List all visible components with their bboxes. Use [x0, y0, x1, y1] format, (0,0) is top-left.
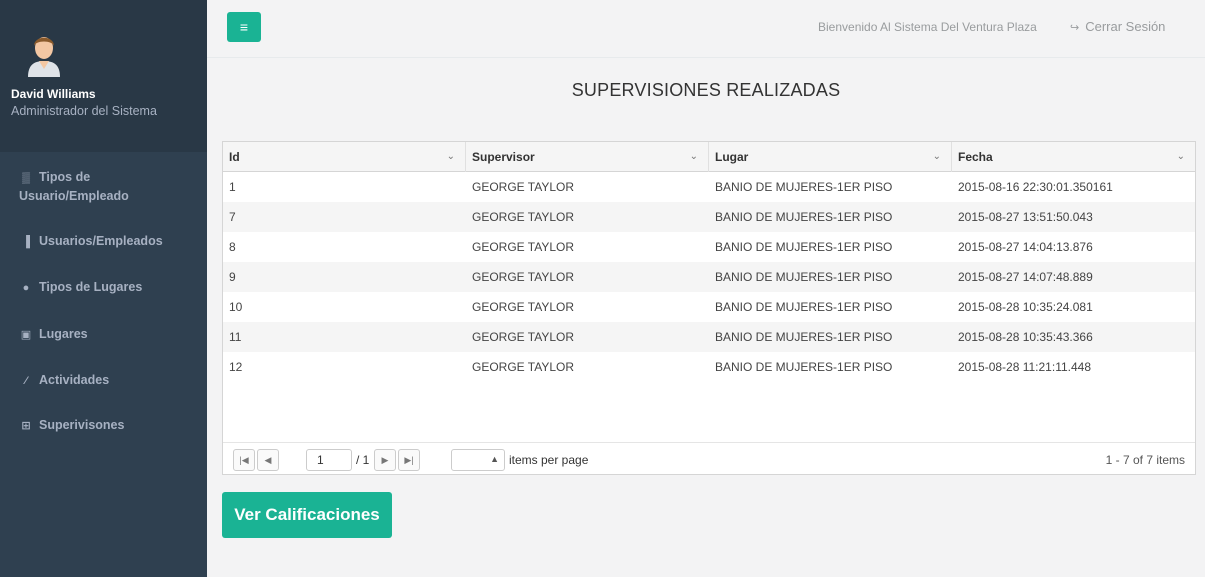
- sidebar-item-label: Tipos de Lugares: [39, 280, 143, 294]
- column-header-label: Lugar: [715, 150, 749, 164]
- picture-icon: ▣: [20, 329, 32, 341]
- cell-fecha: 2015-08-16 22:30:01.350161: [958, 180, 1113, 194]
- last-page-icon: ▶|: [404, 455, 414, 465]
- cell-fecha: 2015-08-27 14:04:13.876: [958, 240, 1093, 254]
- logout-link[interactable]: ↪ Cerrar Sesión: [1070, 19, 1165, 34]
- cell-lugar: BANIO DE MUJERES-1ER PISO: [715, 330, 893, 344]
- cell-supervisor: GEORGE TAYLOR: [472, 300, 575, 314]
- sidebar-item-actividades[interactable]: ⁄ Actividades: [0, 371, 207, 390]
- items-per-page-label: items per page: [509, 453, 589, 467]
- sidebar-item-tipos-lugares[interactable]: ● Tipos de Lugares: [0, 278, 207, 297]
- cell-id: 9: [229, 270, 236, 284]
- table-row[interactable]: 9 GEORGE TAYLOR BANIO DE MUJERES-1ER PIS…: [223, 262, 1195, 292]
- sidebar-item-label: Lugares: [39, 327, 88, 341]
- globe-icon: ●: [22, 282, 30, 294]
- sidebar-item-label: Superivisones: [39, 418, 125, 432]
- chevron-down-icon[interactable]: ⌄: [1177, 142, 1185, 172]
- sidebar-item-label: Actividades: [39, 373, 110, 387]
- grid-header: Id ⌄ Supervisor ⌄ Lugar ⌄ Fecha ⌄: [223, 142, 1195, 172]
- cell-lugar: BANIO DE MUJERES-1ER PISO: [715, 300, 893, 314]
- logout-label: Cerrar Sesión: [1085, 19, 1166, 34]
- cell-lugar: BANIO DE MUJERES-1ER PISO: [715, 210, 893, 224]
- prev-page-button[interactable]: ◀: [257, 449, 279, 471]
- select-arrow-icon: ▲: [490, 454, 499, 464]
- cell-id: 11: [229, 330, 242, 344]
- sidebar-item-usuarios[interactable]: ▐ Usuarios/Empleados: [0, 232, 207, 251]
- sidebar-item-label: Usuarios/Empleados: [39, 234, 163, 248]
- avatar: [28, 37, 60, 77]
- cell-lugar: BANIO DE MUJERES-1ER PISO: [715, 240, 893, 254]
- first-page-button[interactable]: |◀: [233, 449, 255, 471]
- cell-fecha: 2015-08-28 10:35:24.081: [958, 300, 1093, 314]
- cell-supervisor: GEORGE TAYLOR: [472, 240, 575, 254]
- sidebar-item-lugares[interactable]: ▣ Lugares: [0, 325, 207, 344]
- column-header-lugar[interactable]: Lugar ⌄: [709, 142, 952, 172]
- column-header-id[interactable]: Id ⌄: [223, 142, 466, 172]
- cell-supervisor: GEORGE TAYLOR: [472, 180, 575, 194]
- column-header-supervisor[interactable]: Supervisor ⌄: [466, 142, 709, 172]
- cell-id: 1: [229, 180, 236, 194]
- cell-fecha: 2015-08-27 13:51:50.043: [958, 210, 1093, 224]
- table-row[interactable]: 1 GEORGE TAYLOR BANIO DE MUJERES-1ER PIS…: [223, 172, 1195, 202]
- cell-supervisor: GEORGE TAYLOR: [472, 360, 575, 374]
- page-number-input[interactable]: 1: [306, 449, 352, 471]
- table-row[interactable]: 12 GEORGE TAYLOR BANIO DE MUJERES-1ER PI…: [223, 352, 1195, 382]
- column-header-label: Supervisor: [472, 150, 535, 164]
- cell-id: 12: [229, 360, 243, 374]
- main-content: ≡ Bienvenido Al Sistema Del Ventura Plaz…: [207, 0, 1205, 577]
- chevron-down-icon[interactable]: ⌄: [933, 142, 941, 172]
- cell-supervisor: GEORGE TAYLOR: [472, 210, 575, 224]
- sidebar-item-supervisiones[interactable]: ⊞ Superivisones: [0, 416, 207, 435]
- table-row[interactable]: 10 GEORGE TAYLOR BANIO DE MUJERES-1ER PI…: [223, 292, 1195, 322]
- table-row[interactable]: 8 GEORGE TAYLOR BANIO DE MUJERES-1ER PIS…: [223, 232, 1195, 262]
- next-page-button[interactable]: ▶: [374, 449, 396, 471]
- bar-chart-icon: ▐: [22, 236, 30, 248]
- chevron-down-icon[interactable]: ⌄: [690, 142, 698, 172]
- column-header-label: Id: [229, 150, 240, 164]
- hamburger-icon: ≡: [239, 19, 249, 35]
- cell-lugar: BANIO DE MUJERES-1ER PISO: [715, 270, 893, 284]
- ver-calificaciones-button[interactable]: Ver Calificaciones: [222, 492, 392, 538]
- items-per-page-select[interactable]: ▲: [451, 449, 505, 471]
- cell-lugar: BANIO DE MUJERES-1ER PISO: [715, 180, 893, 194]
- cell-id: 10: [229, 300, 243, 314]
- cell-fecha: 2015-08-27 14:07:48.889: [958, 270, 1093, 284]
- profile-panel: David Williams Administrador del Sistema: [0, 0, 207, 152]
- column-header-fecha[interactable]: Fecha ⌄: [952, 142, 1195, 172]
- cell-supervisor: GEORGE TAYLOR: [472, 270, 575, 284]
- supervisions-grid: Id ⌄ Supervisor ⌄ Lugar ⌄ Fecha ⌄ 1 GEORGE T…: [222, 141, 1196, 475]
- welcome-message: Bienvenido Al Sistema Del Ventura Plaza: [818, 20, 1037, 34]
- sign-out-icon: ↪: [1070, 22, 1080, 34]
- chevron-down-icon[interactable]: ⌄: [447, 142, 455, 172]
- items-info: 1 - 7 of 7 items: [1105, 453, 1185, 467]
- cell-id: 7: [229, 210, 236, 224]
- column-header-label: Fecha: [958, 150, 993, 164]
- cell-fecha: 2015-08-28 11:21:11.448: [958, 360, 1092, 374]
- table-row[interactable]: 7 GEORGE TAYLOR BANIO DE MUJERES-1ER PIS…: [223, 202, 1195, 232]
- sitemap-icon: ▒: [22, 172, 30, 184]
- top-navbar: ≡ Bienvenido Al Sistema Del Ventura Plaz…: [207, 0, 1205, 58]
- sidebar-item-tipos-usuario[interactable]: ▒ Tipos de Usuario/Empleado: [0, 168, 207, 205]
- user-role: Administrador del Sistema: [11, 104, 157, 118]
- sidebar: David Williams Administrador del Sistema…: [0, 0, 207, 577]
- cell-id: 8: [229, 240, 236, 254]
- cell-supervisor: GEORGE TAYLOR: [472, 330, 575, 344]
- prev-page-icon: ◀: [264, 455, 272, 465]
- menu-toggle-button[interactable]: ≡: [227, 12, 261, 42]
- next-page-icon: ▶: [381, 455, 389, 465]
- total-pages: / 1: [356, 453, 370, 467]
- magic-wand-icon: ⁄: [25, 375, 27, 387]
- last-page-button[interactable]: ▶|: [398, 449, 420, 471]
- first-page-icon: |◀: [239, 455, 249, 465]
- cell-lugar: BANIO DE MUJERES-1ER PISO: [715, 360, 893, 374]
- cell-fecha: 2015-08-28 10:35:43.366: [958, 330, 1093, 344]
- user-name[interactable]: David Williams: [11, 87, 96, 101]
- table-icon: ⊞: [21, 420, 31, 432]
- table-row[interactable]: 11 GEORGE TAYLOR BANIO DE MUJERES-1ER PI…: [223, 322, 1195, 352]
- pager: |◀ ◀ 1 / 1 ▶ ▶| ▲ items per page 1 - 7 o…: [223, 442, 1195, 474]
- sidebar-item-label: Tipos de Usuario/Empleado: [19, 170, 129, 203]
- page-title: SUPERVISIONES REALIZADAS: [571, 80, 841, 100]
